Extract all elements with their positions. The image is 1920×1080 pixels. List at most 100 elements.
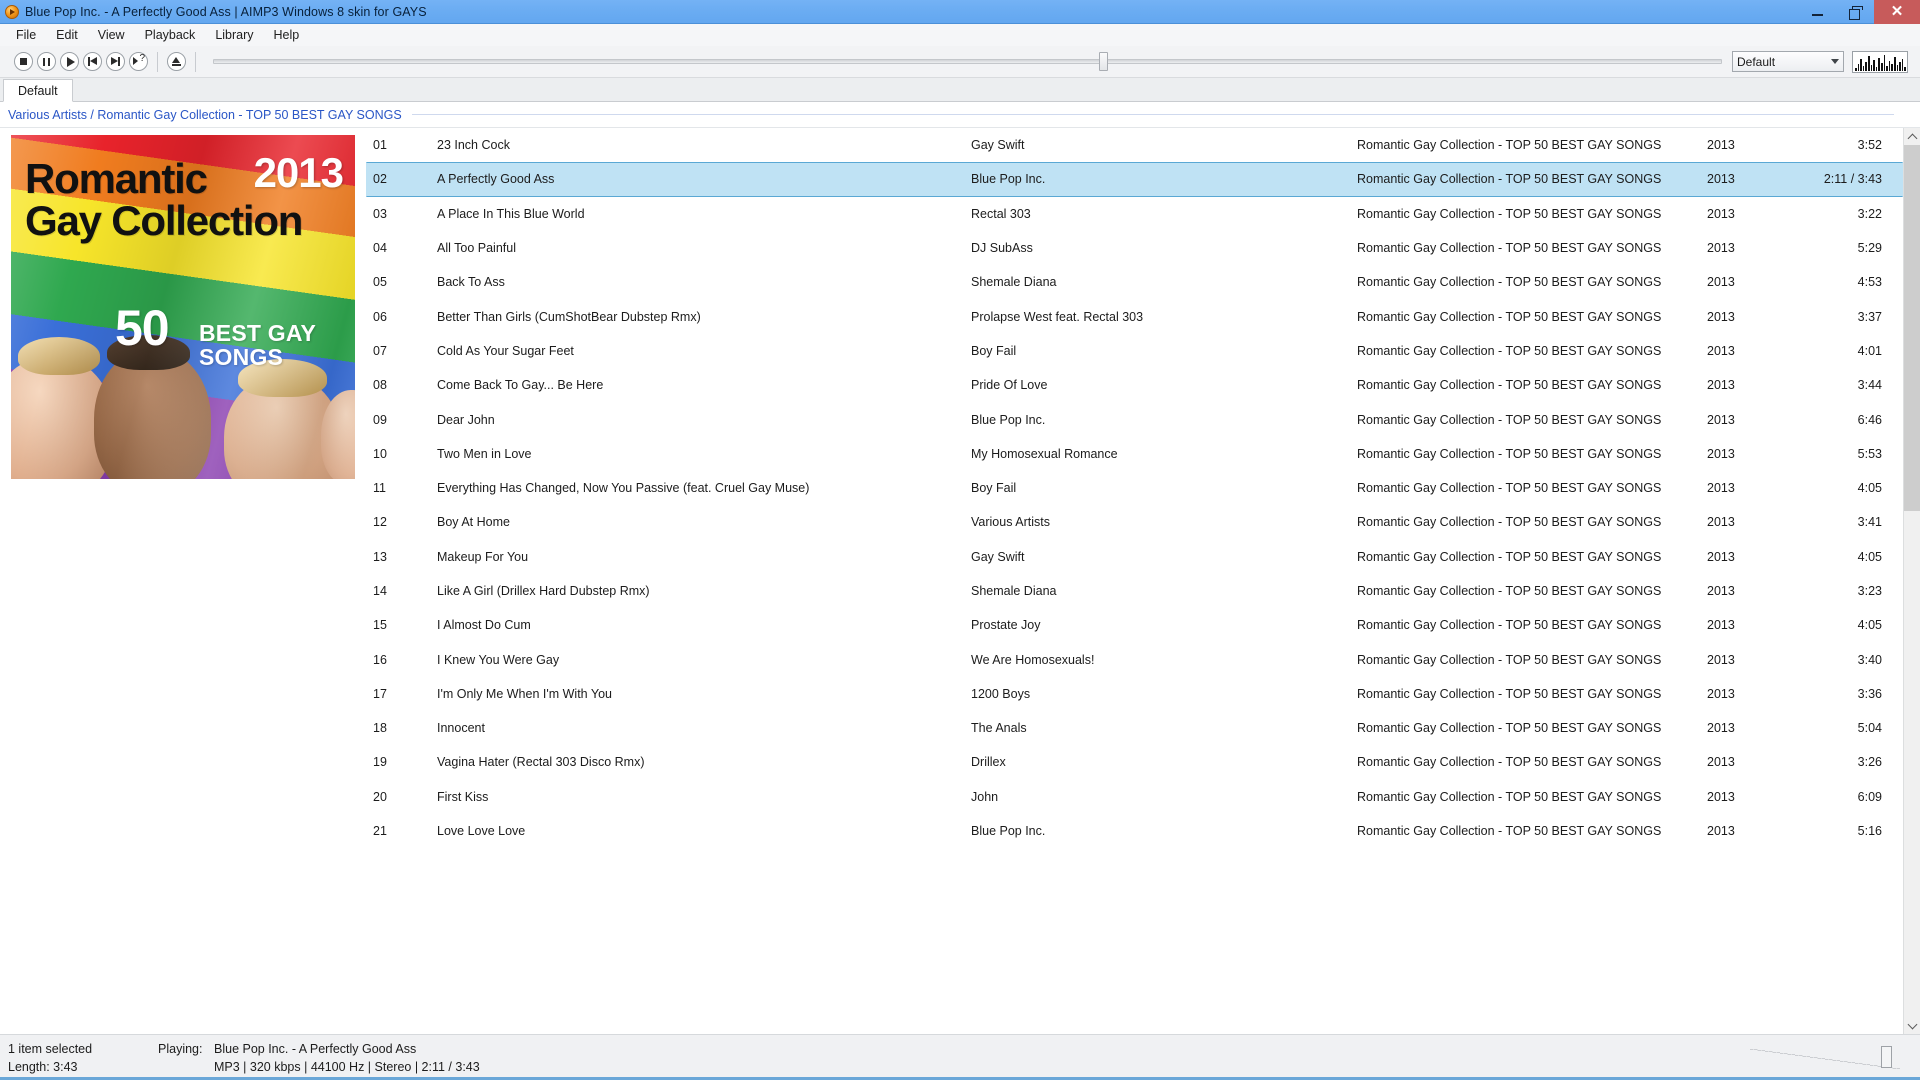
track-artist: 1200 Boys (971, 686, 1031, 701)
pause-button[interactable] (37, 52, 56, 71)
seek-track (213, 59, 1722, 64)
table-row[interactable]: 09 Dear John Blue Pop Inc. Romantic Gay Col… (366, 402, 1903, 436)
table-row[interactable]: 05 Back To Ass Shemale Diana Romantic Gay C… (366, 265, 1903, 299)
scrollbar-thumb[interactable] (1904, 145, 1920, 512)
table-row[interactable]: 10 Two Men in Love My Homosexual Romance Ro… (366, 437, 1903, 471)
track-artist: Shemale Diana (971, 275, 1057, 290)
table-row[interactable]: 01 23 Inch Cock Gay Swift Romantic Gay Coll… (366, 128, 1903, 162)
table-row[interactable]: 06 Better Than Girls (CumShotBear Dubstep… (366, 299, 1903, 333)
track-album: Romantic Gay Collection - TOP 50 BEST GA… (1357, 652, 1662, 667)
track-duration: 5:04 (1857, 721, 1882, 736)
table-row[interactable]: 17 I'm Only Me When I'm With You 1200 Boys… (366, 677, 1903, 711)
table-row[interactable]: 21 Love Love Love Blue Pop Inc. Romantic Ga… (366, 814, 1903, 848)
table-row[interactable]: 19 Vagina Hater (Rectal 303 Disco Rmx) Dri… (366, 745, 1903, 779)
volume-wedge (1750, 1048, 1900, 1069)
menu-item-view[interactable]: View (88, 25, 135, 45)
track-number: 14 (373, 584, 387, 598)
cover-title-line1: Romantic (25, 155, 208, 202)
window-controls: ✕ (1798, 0, 1920, 24)
table-row[interactable]: 11 Everything Has Changed, Now You Passiv… (366, 471, 1903, 505)
cover-year: 2013 (253, 149, 344, 196)
seek-slider[interactable] (213, 51, 1722, 73)
album-cover-art[interactable]: Romantic Gay Collection 2013 50 BEST GAY… (11, 135, 355, 479)
preset-select[interactable]: Default (1732, 51, 1844, 72)
tab-default[interactable]: Default (3, 79, 73, 102)
menu-item-edit[interactable]: Edit (46, 25, 88, 45)
volume-thumb[interactable] (1881, 1045, 1892, 1068)
stop-button[interactable] (14, 52, 33, 71)
seek-thumb[interactable] (1099, 51, 1109, 71)
track-duration: 4:05 (1857, 549, 1882, 564)
track-title: Dear John (437, 412, 495, 427)
menu-item-file[interactable]: File (6, 25, 46, 45)
track-year: 2013 (1707, 172, 1735, 187)
track-artist: Gay Swift (971, 549, 1025, 564)
menu-item-playback[interactable]: Playback (135, 25, 206, 45)
volume-slider[interactable] (1750, 1043, 1910, 1073)
previous-button[interactable] (83, 52, 102, 71)
table-row[interactable]: 20 First Kiss John Romantic Gay Collection … (366, 780, 1903, 814)
album-cover-reflection (11, 479, 355, 585)
track-artist: Shemale Diana (971, 584, 1057, 598)
track-number: 09 (373, 412, 387, 427)
track-title: 23 Inch Cock (437, 138, 510, 153)
next-button[interactable] (106, 52, 125, 71)
table-row[interactable]: 07 Cold As Your Sugar Feet Boy Fail Romanti… (366, 334, 1903, 368)
track-duration: 5:53 (1857, 446, 1882, 461)
track-artist: Blue Pop Inc. (971, 412, 1046, 427)
minimize-button[interactable] (1798, 0, 1836, 24)
album-art-pane: Romantic Gay Collection 2013 50 BEST GAY… (0, 128, 366, 1034)
track-year: 2013 (1707, 652, 1735, 667)
track-duration: 4:05 (1857, 481, 1882, 496)
playlist: 01 23 Inch Cock Gay Swift Romantic Gay Coll… (366, 128, 1903, 1034)
table-row[interactable]: 15 I Almost Do Cum Prostate Joy Romantic Ga… (366, 608, 1903, 642)
random-button[interactable] (129, 52, 148, 71)
selection-length: Length: 3:43 (8, 1059, 78, 1074)
track-duration: 3:40 (1857, 652, 1882, 667)
track-title: Better Than Girls (CumShotBear Dubstep R… (437, 309, 701, 324)
scroll-up-button[interactable] (1904, 128, 1920, 145)
track-album: Romantic Gay Collection - TOP 50 BEST GA… (1357, 172, 1662, 187)
spectrum-visualizer[interactable] (1852, 50, 1908, 73)
title-bar[interactable]: Blue Pop Inc. - A Perfectly Good Ass | A… (0, 0, 1920, 24)
track-duration: 4:53 (1857, 275, 1882, 290)
scroll-down-button[interactable] (1904, 1017, 1920, 1034)
track-title: Come Back To Gay... Be Here (437, 378, 604, 393)
playlist-scrollbar[interactable] (1903, 128, 1920, 1034)
close-button[interactable]: ✕ (1874, 0, 1920, 24)
play-button[interactable] (60, 52, 79, 71)
reflection-fade (11, 479, 355, 585)
cover-subtitle-line1: BEST GAY (199, 320, 317, 346)
table-row[interactable]: 13 Makeup For You Gay Swift Romantic Gay Co… (366, 540, 1903, 574)
track-year: 2013 (1707, 549, 1735, 564)
track-number: 19 (373, 755, 387, 770)
menu-item-library[interactable]: Library (205, 25, 263, 45)
track-artist: Blue Pop Inc. (971, 824, 1046, 839)
preset-select-value: Default (1737, 54, 1776, 69)
track-album: Romantic Gay Collection - TOP 50 BEST GA… (1357, 584, 1662, 598)
table-row[interactable]: 04 All Too Painful DJ SubAss Romantic Gay C… (366, 231, 1903, 265)
table-row[interactable]: 18 Innocent The Anals Romantic Gay Collecti… (366, 711, 1903, 745)
cover-subtitle-line2: SONGS (199, 344, 284, 371)
track-year: 2013 (1707, 755, 1735, 770)
maximize-restore-button[interactable] (1836, 0, 1874, 24)
table-row[interactable]: 14 Like A Girl (Drillex Hard Dubstep Rmx)… (366, 574, 1903, 608)
track-artist: John (971, 789, 999, 804)
track-number: 01 (373, 138, 387, 153)
track-year: 2013 (1707, 789, 1735, 804)
eject-icon (172, 57, 181, 66)
track-album: Romantic Gay Collection - TOP 50 BEST GA… (1357, 686, 1662, 701)
table-row[interactable]: 03 A Place In This Blue World Rectal 303 Ro… (366, 197, 1903, 231)
track-title: A Place In This Blue World (437, 206, 585, 221)
now-playing-title: Blue Pop Inc. - A Perfectly Good Ass (214, 1041, 417, 1056)
scrollbar-track[interactable] (1904, 145, 1920, 1017)
table-row[interactable]: 08 Come Back To Gay... Be Here Pride Of Lo… (366, 368, 1903, 402)
table-row[interactable]: 12 Boy At Home Various Artists Romantic Gay… (366, 505, 1903, 539)
menu-item-help[interactable]: Help (264, 25, 310, 45)
table-row[interactable]: 02 A Perfectly Good Ass Blue Pop Inc. Roman… (366, 162, 1903, 197)
breadcrumb-rule (411, 114, 1894, 115)
breadcrumb-text[interactable]: Various Artists / Romantic Gay Collectio… (8, 108, 402, 122)
table-row[interactable]: 16 I Knew You Were Gay We Are Homosexuals!… (366, 642, 1903, 676)
eject-button[interactable] (167, 52, 186, 71)
track-album: Romantic Gay Collection - TOP 50 BEST GA… (1357, 343, 1662, 358)
